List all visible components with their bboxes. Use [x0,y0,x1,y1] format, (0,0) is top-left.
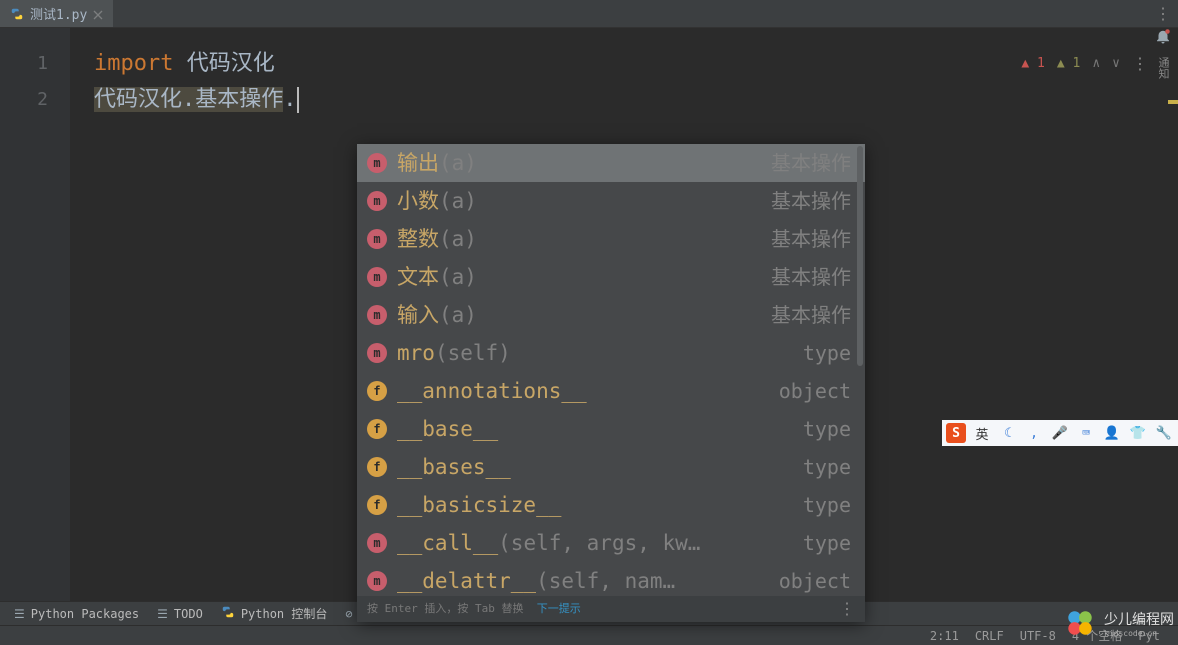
tab-filename: 测试1.py [30,4,87,23]
method-icon: m [367,343,387,363]
line-number: 1 [0,46,70,82]
autocomplete-item[interactable]: m 整数(a) 基本操作 [357,220,865,258]
editor: 1 2 import 代码汉化 代码汉化.基本操作. ▲ 1 ▲ 1 ∧ ∨ ⋮… [0,28,1178,601]
inspection-more-icon[interactable]: ⋮ [1132,46,1148,82]
autocomplete-type: type [803,487,851,523]
autocomplete-type: type [803,525,851,561]
method-icon: m [367,153,387,173]
editor-tab[interactable]: 测试1.py [0,0,113,27]
python-icon [221,605,235,622]
line-number: 2 [0,82,70,118]
python-packages-tool[interactable]: ☰Python Packages [14,607,139,621]
more-icon[interactable]: ⋮ [1155,4,1171,23]
file-encoding[interactable]: UTF-8 [1020,629,1056,643]
autocomplete-item[interactable]: m mro(self) type [357,334,865,372]
caret-position[interactable]: 2:11 [930,629,959,643]
keyboard-icon[interactable]: ⌨ [1076,423,1096,443]
autocomplete-item[interactable]: m 输出(a) 基本操作 [357,144,865,182]
autocomplete-type: 基本操作 [771,297,851,333]
tab-bar: 测试1.py [0,0,1178,28]
packages-icon: ☰ [14,607,25,621]
todo-tool[interactable]: ☰TODO [157,607,203,621]
autocomplete-item[interactable]: f __basicsize__ type [357,486,865,524]
autocomplete-popup: m 输出(a) 基本操作 m 小数(a) 基本操作 m 整数(a) 基本操作 m 文本(a) 基本操作… [357,144,865,622]
method-icon: m [367,191,387,211]
status-bar: 2:11 CRLF UTF-8 4 个空格 Pyt [0,625,1178,645]
ime-lang[interactable]: 英 [972,423,992,443]
line-separator[interactable]: CRLF [975,629,1004,643]
autocomplete-type: 基本操作 [771,183,851,219]
python-console-tool[interactable]: Python 控制台 [221,605,328,622]
todo-icon: ☰ [157,607,168,621]
autocomplete-type: 基本操作 [771,221,851,257]
autocomplete-type: type [803,449,851,485]
wrench-icon[interactable]: 🔧 [1154,423,1174,443]
autocomplete-label: __base__ [397,411,793,447]
method-icon: m [367,571,387,591]
method-icon: m [367,533,387,553]
autocomplete-item[interactable]: f __base__ type [357,410,865,448]
close-icon[interactable] [93,9,103,19]
watermark-logo-icon [1062,605,1098,641]
mic-icon[interactable]: 🎤 [1050,423,1070,443]
moon-icon[interactable]: ☾ [998,423,1018,443]
autocomplete-more-icon[interactable]: ⋮ [839,591,855,627]
autocomplete-label: 输出(a) [397,145,761,181]
python-file-icon [10,7,24,21]
watermark: 少儿编程网 kidscode.cn [1062,605,1174,641]
autocomplete-footer: 按 Enter 插入，按 Tab 替换 下一提示 ⋮ [357,596,865,622]
autocomplete-label: __annotations__ [397,373,769,409]
user-icon[interactable]: 👤 [1102,423,1122,443]
comma-icon[interactable]: , [1024,423,1044,443]
autocomplete-label: 小数(a) [397,183,761,219]
code-line-2: 代码汉化.基本操作. [70,82,1178,118]
field-icon: f [367,457,387,477]
autocomplete-label: __basicsize__ [397,487,793,523]
error-stripe-mark[interactable] [1168,100,1178,104]
autocomplete-item[interactable]: m 输入(a) 基本操作 [357,296,865,334]
next-highlight-icon[interactable]: ∨ [1112,46,1120,82]
autocomplete-label: 整数(a) [397,221,761,257]
problems-icon: ⊘ [345,607,352,621]
next-tip-link[interactable]: 下一提示 [537,602,581,615]
method-icon: m [367,229,387,249]
autocomplete-label: 文本(a) [397,259,761,295]
autocomplete-item[interactable]: m 小数(a) 基本操作 [357,182,865,220]
ime-logo-icon[interactable]: S [946,423,966,443]
autocomplete-item[interactable]: f __bases__ type [357,448,865,486]
autocomplete-scrollbar[interactable] [857,146,863,366]
field-icon: f [367,495,387,515]
autocomplete-item[interactable]: m __call__(self, args, kw… type [357,524,865,562]
field-icon: f [367,419,387,439]
watermark-sub: kidscode.cn [1104,629,1174,638]
autocomplete-type: object [779,373,851,409]
autocomplete-type: 基本操作 [771,145,851,181]
autocomplete-label: 输入(a) [397,297,761,333]
autocomplete-label: __bases__ [397,449,793,485]
autocomplete-type: type [803,335,851,371]
autocomplete-label: __call__(self, args, kw… [397,525,793,561]
inspection-indicators[interactable]: ▲ 1 ▲ 1 ∧ ∨ ⋮ [1021,46,1148,82]
autocomplete-item[interactable]: m 文本(a) 基本操作 [357,258,865,296]
code-area[interactable]: import 代码汉化 代码汉化.基本操作. ▲ 1 ▲ 1 ∧ ∨ ⋮ m 输出… [70,28,1178,601]
autocomplete-type: type [803,411,851,447]
prev-highlight-icon[interactable]: ∧ [1092,46,1100,82]
error-indicator[interactable]: ▲ 1 [1021,46,1044,82]
code-line-1: import 代码汉化 [70,46,1178,82]
method-icon: m [367,267,387,287]
autocomplete-type: 基本操作 [771,259,851,295]
warning-indicator[interactable]: ▲ 1 [1057,46,1080,82]
autocomplete-label: mro(self) [397,335,793,371]
shirt-icon[interactable]: 👕 [1128,423,1148,443]
autocomplete-item[interactable]: f __annotations__ object [357,372,865,410]
ime-toolbar[interactable]: S 英 ☾ , 🎤 ⌨ 👤 👕 🔧 [942,420,1178,446]
watermark-title: 少儿编程网 [1104,609,1174,629]
autocomplete-list[interactable]: m 输出(a) 基本操作 m 小数(a) 基本操作 m 整数(a) 基本操作 m 文本(a) 基本操作… [357,144,865,596]
field-icon: f [367,381,387,401]
method-icon: m [367,305,387,325]
line-gutter: 1 2 [0,28,70,601]
